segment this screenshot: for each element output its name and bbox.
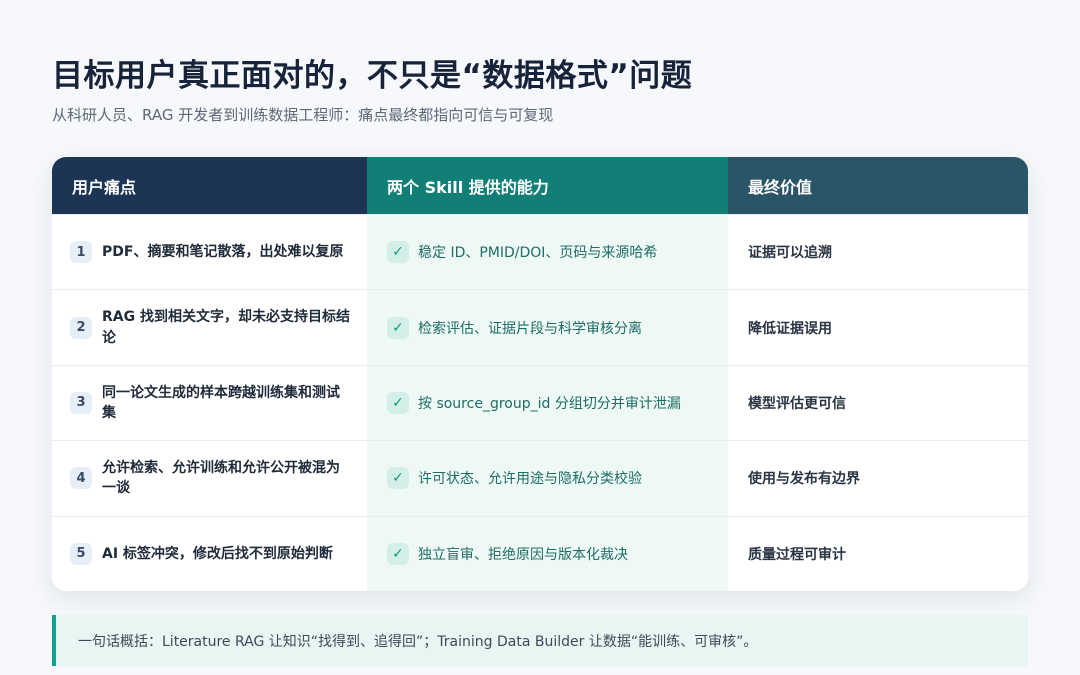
check-icon: ✓	[387, 241, 409, 264]
capability-text: 独立盲审、拒绝原因与版本化裁决	[418, 546, 628, 563]
capability-cell: ✓ 许可状态、允许用途与隐私分类校验	[367, 441, 728, 516]
table-row: 3 同一论文生成的样本跨越训练集和测试集 ✓ 按 source_group_id…	[52, 364, 1028, 441]
pain-text: 同一论文生成的样本跨越训练集和测试集	[102, 384, 340, 421]
capability-text: 检索评估、证据片段与科学审核分离	[418, 320, 642, 337]
pain-cell: 3 同一论文生成的样本跨越训练集和测试集	[52, 366, 367, 440]
table-row: 4 允许检索、允许训练和允许公开被混为一谈 ✓ 许可状态、允许用途与隐私分类校验…	[52, 440, 1028, 516]
value-cell: 证据可以追溯	[728, 215, 1028, 289]
pain-text: AI 标签冲突，修改后找不到原始判断	[102, 545, 333, 562]
table-row: 5 AI 标签冲突，修改后找不到原始判断 ✓ 独立盲审、拒绝原因与版本化裁决 质…	[52, 515, 1028, 591]
capability-text: 许可状态、允许用途与隐私分类校验	[418, 471, 642, 488]
header-capabilities: 两个 Skill 提供的能力	[367, 157, 728, 214]
value-text: 使用与发布有边界	[748, 471, 860, 488]
check-icon: ✓	[387, 467, 409, 490]
capability-text: 稳定 ID、PMID/DOI、页码与来源哈希	[418, 245, 658, 262]
value-text: 降低证据误用	[748, 320, 832, 337]
capability-cell: ✓ 稳定 ID、PMID/DOI、页码与来源哈希	[367, 215, 728, 290]
check-icon: ✓	[387, 391, 409, 414]
page-title: 目标用户真正面对的，不只是“数据格式”问题	[52, 58, 693, 94]
value-cell: 模型评估更可信	[728, 366, 1028, 440]
header-value: 最终价值	[728, 157, 1028, 214]
pain-cell: 5 AI 标签冲突，修改后找不到原始判断	[52, 517, 367, 591]
row-number-badge: 2	[70, 316, 92, 339]
row-number-badge: 5	[70, 542, 92, 565]
pain-cell: 1 PDF、摘要和笔记散落，出处难以复原	[52, 215, 367, 289]
value-cell: 使用与发布有边界	[728, 441, 1028, 515]
header-pain-points: 用户痛点	[52, 157, 367, 214]
check-icon: ✓	[387, 542, 409, 565]
table-header: 用户痛点 两个 Skill 提供的能力 最终价值	[52, 157, 1028, 214]
row-number-badge: 3	[70, 391, 92, 414]
page-subtitle: 从科研人员、RAG 开发者到训练数据工程师：痛点最终都指向可信与可复现	[52, 106, 554, 124]
capability-text: 按 source_group_id 分组切分并审计泄漏	[418, 395, 681, 412]
value-cell: 降低证据误用	[728, 290, 1028, 364]
table-row: 1 PDF、摘要和笔记散落，出处难以复原 ✓ 稳定 ID、PMID/DOI、页码…	[52, 214, 1028, 290]
value-text: 模型评估更可信	[748, 395, 846, 412]
row-number-badge: 4	[70, 467, 92, 490]
pain-cell: 2 RAG 找到相关文字，却未必支持目标结论	[52, 290, 367, 364]
value-cell: 质量过程可审计	[728, 517, 1028, 591]
table-row: 2 RAG 找到相关文字，却未必支持目标结论 ✓ 检索评估、证据片段与科学审核分…	[52, 289, 1028, 365]
row-number-badge: 1	[70, 241, 92, 264]
comparison-table: 用户痛点 两个 Skill 提供的能力 最终价值 1 PDF、摘要和笔记散落，出…	[52, 157, 1028, 591]
capability-cell: ✓ 检索评估、证据片段与科学审核分离	[367, 290, 728, 365]
value-text: 质量过程可审计	[748, 546, 846, 563]
pain-cell: 4 允许检索、允许训练和允许公开被混为一谈	[52, 441, 367, 515]
pain-text: PDF、摘要和笔记散落，出处难以复原	[102, 244, 344, 261]
capability-cell: ✓ 独立盲审、拒绝原因与版本化裁决	[367, 516, 728, 591]
summary-callout: 一句话概括：Literature RAG 让知识“找得到、追得回”；Traini…	[52, 615, 1028, 666]
pain-text: 允许检索、允许训练和允许公开被混为一谈	[102, 460, 340, 497]
pain-text: RAG 找到相关文字，却未必支持目标结论	[102, 309, 350, 346]
check-icon: ✓	[387, 316, 409, 339]
value-text: 证据可以追溯	[748, 245, 832, 262]
capability-cell: ✓ 按 source_group_id 分组切分并审计泄漏	[367, 365, 728, 441]
